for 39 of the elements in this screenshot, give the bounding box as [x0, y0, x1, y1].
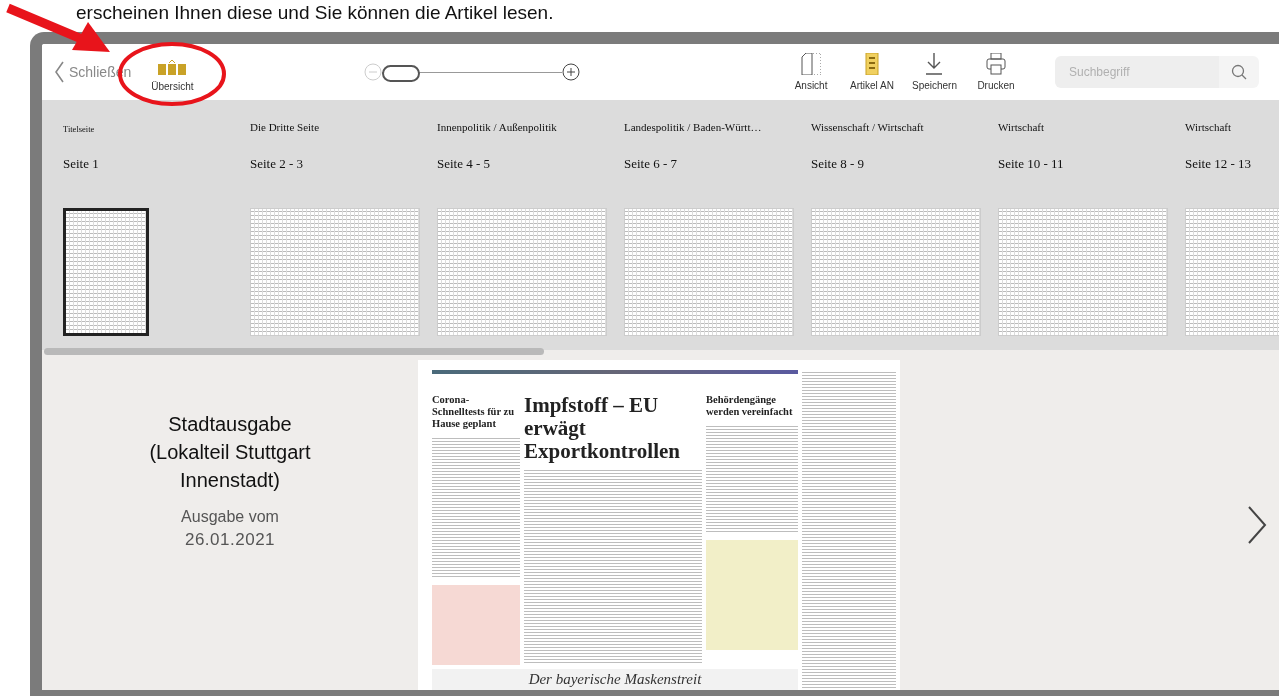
print-button[interactable]: Drucken: [975, 53, 1017, 91]
zoom-in-icon[interactable]: [561, 63, 580, 81]
page-range[interactable]: Seite 4 - 5: [437, 156, 624, 172]
chevron-left-icon: [54, 61, 65, 83]
date-label: Ausgabe vom: [181, 508, 279, 526]
page-thumbnail[interactable]: [63, 208, 149, 336]
article-headline[interactable]: Corona-Schnelltests für zu Hause geplant: [432, 394, 520, 430]
search-field[interactable]: Suchbegriff: [1055, 56, 1219, 88]
next-page-icon[interactable]: [1247, 505, 1267, 545]
article-button[interactable]: Artikel AN: [850, 53, 894, 91]
section-title[interactable]: Landespolitik / Baden-Württ…: [624, 121, 811, 135]
overview-button[interactable]: Übersicht: [151, 60, 194, 92]
zoom-out-icon[interactable]: [363, 63, 382, 81]
search-icon: [1231, 64, 1247, 80]
page-range[interactable]: Seite 2 - 3: [250, 156, 437, 172]
slider-thumb[interactable]: [381, 65, 420, 82]
section-title[interactable]: Wissenschaft / Wirtschaft: [811, 121, 998, 135]
section-title[interactable]: Wirtschaft: [1185, 121, 1279, 135]
page-range[interactable]: Seite 8 - 9: [811, 156, 998, 172]
zoom-slider[interactable]: [381, 62, 562, 82]
page-range[interactable]: Seite 1: [63, 156, 250, 172]
edition-date: 26.01.2021: [184, 530, 276, 550]
article-headline[interactable]: Behördengänge werden vereinfacht: [706, 394, 798, 418]
section-title[interactable]: Innenpolitik / Außenpolitik: [437, 121, 624, 135]
save-button[interactable]: Speichern: [911, 53, 957, 91]
section-title[interactable]: Wirtschaft: [998, 121, 1185, 135]
scrollbar-thumb[interactable]: [44, 348, 544, 355]
search-button[interactable]: [1219, 56, 1259, 88]
section-title[interactable]: Die Dritte Seite: [250, 121, 437, 135]
main-headline[interactable]: Impfstoff – EU erwägt Exportkontrollen: [524, 394, 702, 463]
page-range[interactable]: Seite 6 - 7: [624, 156, 811, 172]
document-text: erscheinen Ihnen diese und Sie können die Artikel lesen.: [76, 1, 554, 25]
columns-icon: [158, 60, 187, 75]
view-button[interactable]: Ansicht: [790, 53, 833, 91]
edition-title: Stadtausgabe (Lokalteil Stuttgart Innenstadt): [148, 412, 312, 493]
section-title[interactable]: Titelseite: [63, 121, 250, 135]
page-range[interactable]: Seite 12 - 13: [1185, 156, 1279, 172]
article-headline[interactable]: Der bayerische Maskenstreit: [432, 669, 798, 690]
page-range[interactable]: Seite 10 - 11: [998, 156, 1185, 172]
